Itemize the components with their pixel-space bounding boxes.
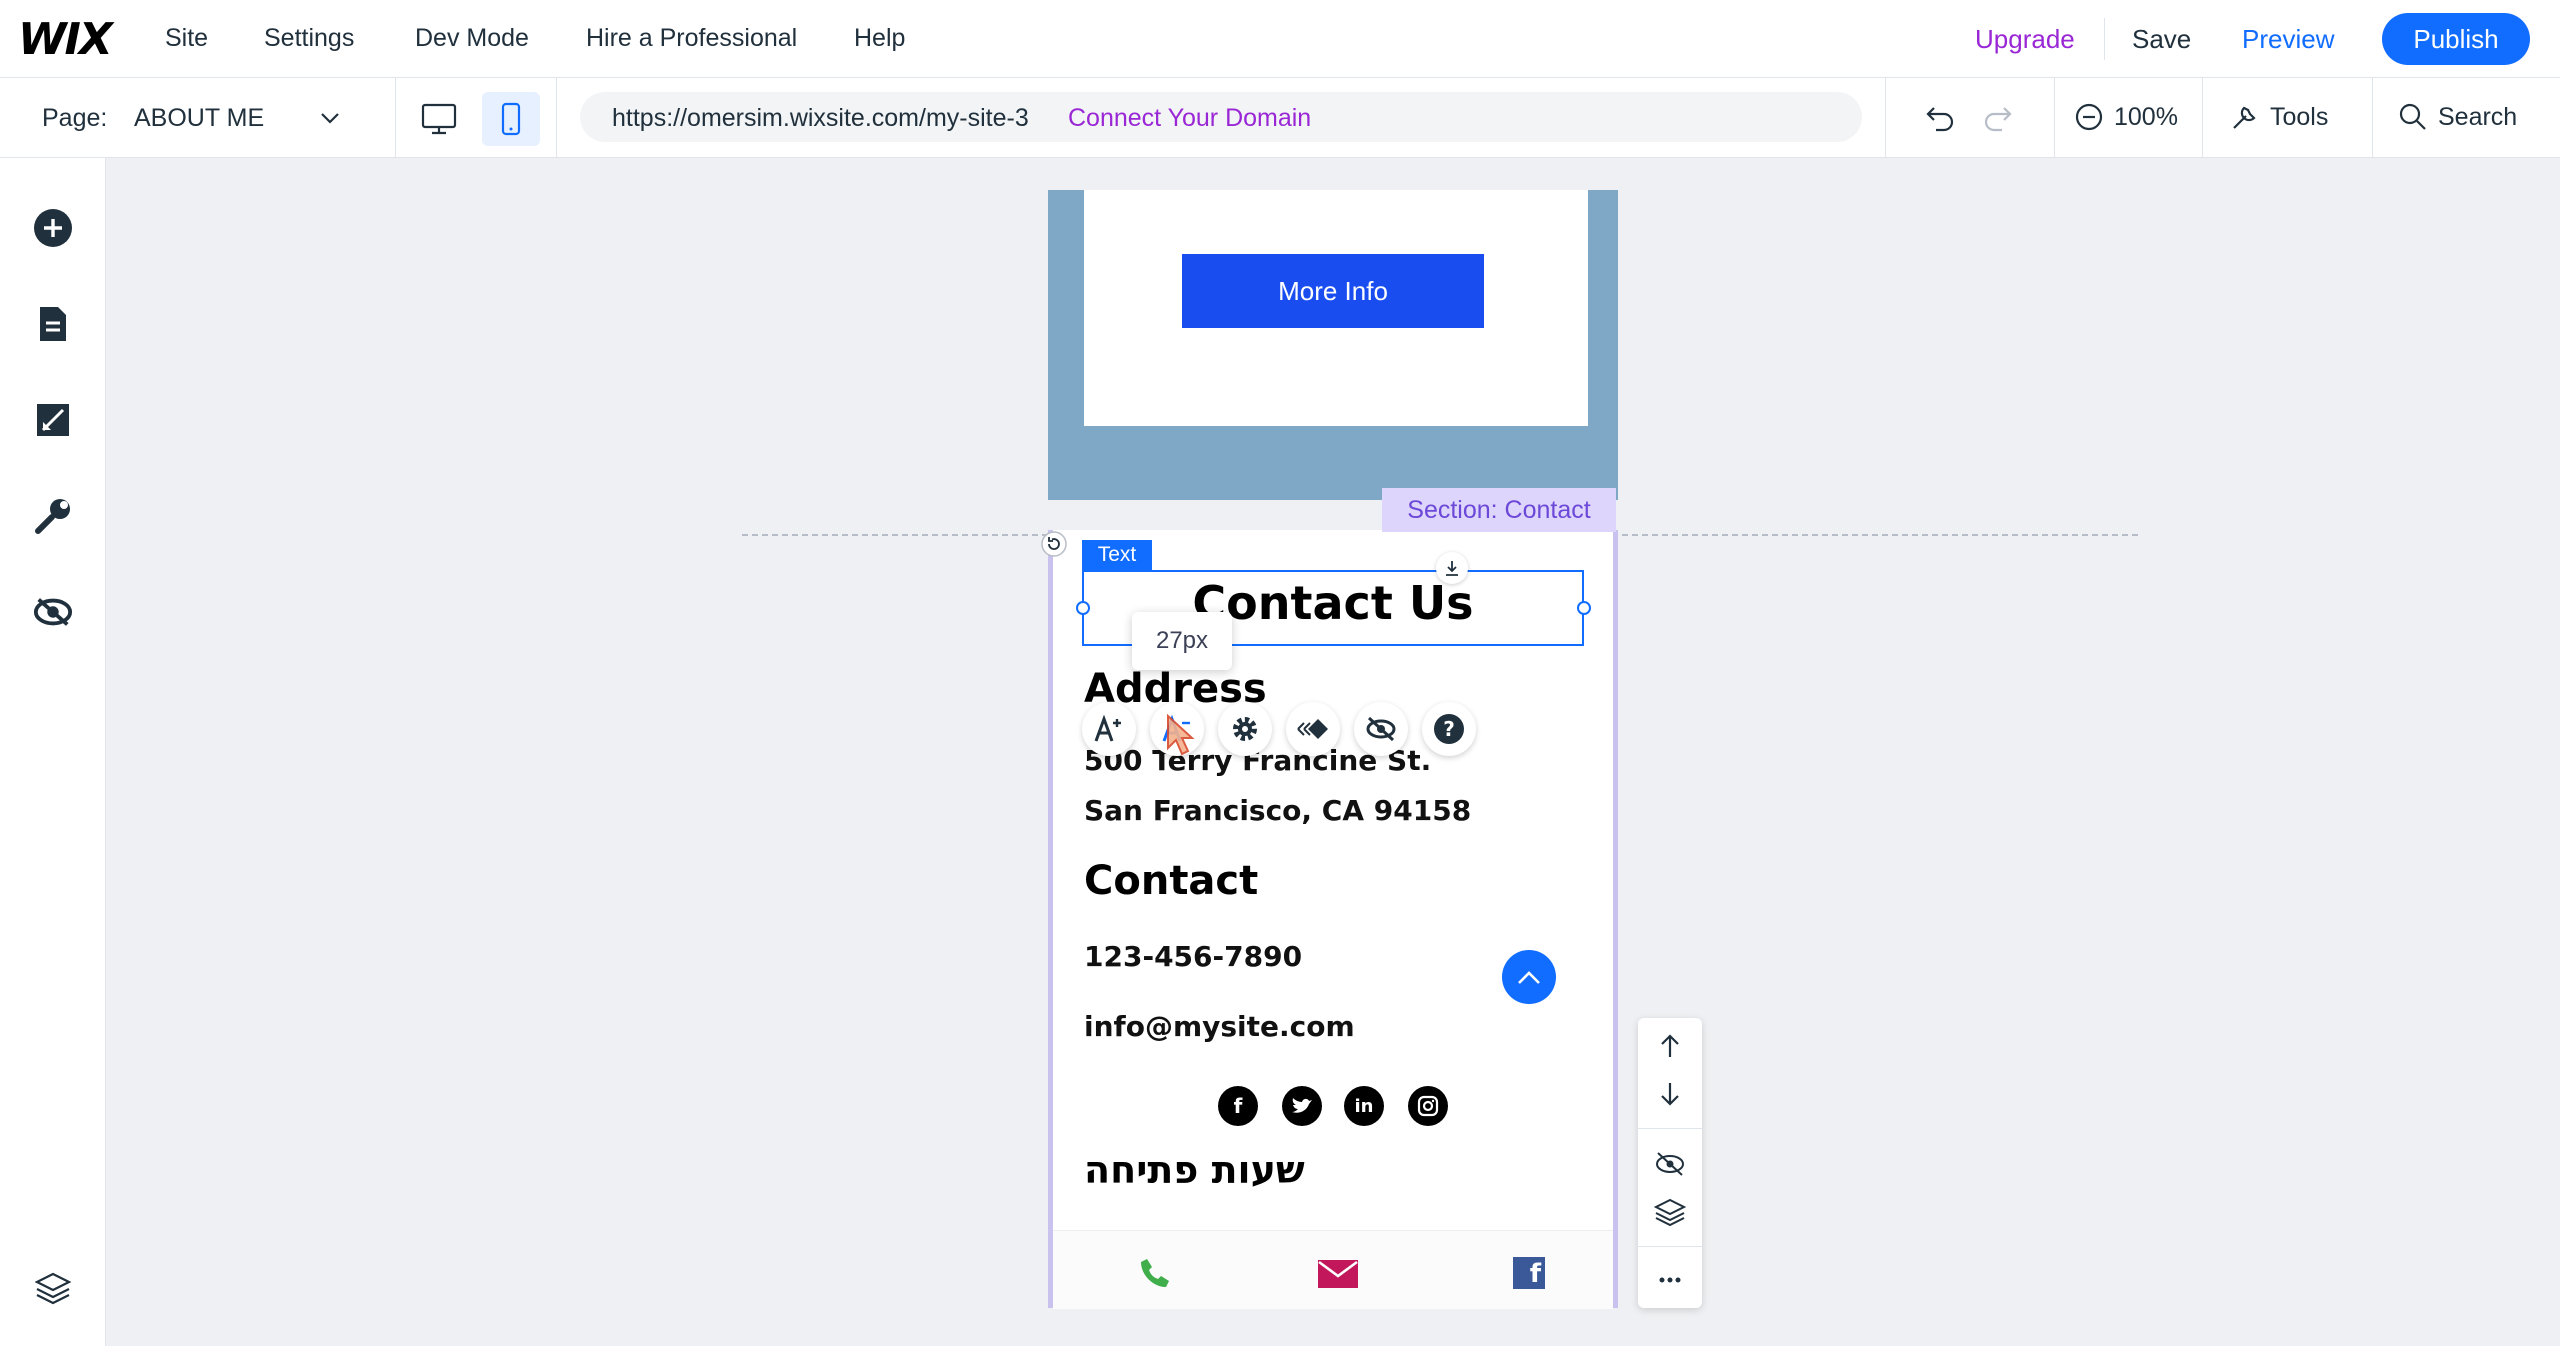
facebook-icon[interactable]: f — [1218, 1086, 1258, 1126]
divider — [1885, 78, 1886, 158]
upgrade-link[interactable]: Upgrade — [1975, 24, 2075, 55]
desktop-icon — [421, 103, 457, 135]
more-actions-icon[interactable] — [1638, 1258, 1702, 1302]
address-line-2[interactable]: San Francisco, CA 94158 — [1084, 794, 1471, 827]
mobile-view-button[interactable] — [482, 92, 540, 146]
contact-heading[interactable]: Contact — [1084, 858, 1258, 904]
add-elements-icon[interactable] — [33, 208, 73, 248]
preview-button[interactable]: Preview — [2242, 24, 2334, 55]
tools-button[interactable]: Tools — [2230, 102, 2328, 132]
menu-site[interactable]: Site — [165, 24, 208, 53]
tools-label: Tools — [2270, 102, 2329, 131]
phone-number[interactable]: 123-456-7890 — [1084, 940, 1302, 973]
zoom-level: 100% — [2114, 102, 2178, 131]
divider — [2104, 18, 2105, 60]
divider — [395, 78, 396, 158]
page-selector[interactable]: ABOUT ME — [134, 104, 264, 133]
linkedin-icon[interactable]: in — [1344, 1086, 1384, 1126]
size-tooltip: 27px — [1132, 612, 1232, 670]
selected-element-tag: Text — [1082, 540, 1152, 570]
editor-canvas[interactable]: More Info Section: Contact Contact Us Te… — [106, 158, 2560, 1346]
mobile-icon — [501, 102, 521, 136]
site-url[interactable]: https://omersim.wixsite.com/my-site-3 — [612, 104, 1029, 133]
resize-handle-left[interactable] — [1076, 601, 1090, 615]
divider — [1638, 1246, 1702, 1247]
search-label: Search — [2438, 102, 2518, 131]
undo-icon[interactable] — [1924, 104, 1956, 132]
help-icon[interactable]: ? — [1422, 702, 1476, 756]
publish-button[interactable]: Publish — [2382, 13, 2530, 65]
connect-domain-link[interactable]: Connect Your Domain — [1068, 104, 1311, 133]
design-icon[interactable] — [33, 400, 73, 440]
zoom-control[interactable]: 100% — [2074, 102, 2178, 132]
redo-icon[interactable] — [1982, 104, 2014, 132]
menu-hire-a-professional[interactable]: Hire a Professional — [586, 24, 797, 53]
rotate-icon[interactable] — [1040, 530, 1068, 558]
svg-text:?: ? — [1443, 717, 1455, 741]
chevron-up-icon — [1518, 971, 1540, 984]
settings-wrench-icon[interactable] — [33, 496, 73, 536]
zoom-out-icon — [2075, 103, 2103, 131]
layers-icon[interactable] — [33, 1268, 73, 1308]
instagram-icon[interactable] — [1408, 1086, 1448, 1126]
page-label: Page: — [42, 104, 108, 132]
divider — [2202, 78, 2203, 158]
mobile-action-bar: f — [1053, 1230, 1613, 1309]
more-info-button[interactable]: More Info — [1182, 254, 1484, 328]
divider — [2372, 78, 2373, 158]
editor-toolbar: Page: ABOUT ME https://omersim.wixsite.c… — [0, 78, 2560, 158]
wix-logo[interactable]: WIX — [18, 14, 113, 65]
search-icon — [2399, 103, 2426, 130]
divider — [1638, 1128, 1702, 1129]
twitter-icon[interactable] — [1282, 1086, 1322, 1126]
hidden-elements-icon[interactable] — [33, 592, 73, 632]
hide-element-icon[interactable] — [1354, 702, 1408, 756]
opening-hours-heading[interactable]: שעות פתיחה — [1084, 1148, 1305, 1192]
url-bar[interactable]: https://omersim.wixsite.com/my-site-3 Co… — [580, 92, 1862, 142]
layers-icon[interactable] — [1638, 1190, 1702, 1234]
left-sidebar — [0, 158, 106, 1346]
back-to-top-button[interactable] — [1502, 950, 1556, 1004]
animation-icon[interactable] — [1286, 702, 1340, 756]
chevron-down-icon[interactable] — [318, 106, 342, 130]
resize-handle-right[interactable] — [1577, 601, 1591, 615]
stretch-icon[interactable] — [1436, 552, 1468, 584]
menu-settings[interactable]: Settings — [264, 24, 354, 53]
mail-icon[interactable] — [1317, 1259, 1359, 1289]
move-up-icon[interactable] — [1638, 1024, 1702, 1068]
desktop-view-button[interactable] — [410, 92, 468, 146]
divider — [2054, 78, 2055, 158]
mouse-cursor-icon — [1160, 714, 1200, 762]
pages-icon[interactable] — [33, 304, 73, 344]
move-down-icon[interactable] — [1638, 1072, 1702, 1116]
hide-on-mobile-icon[interactable] — [1638, 1142, 1702, 1186]
divider — [556, 78, 557, 158]
text-size-increase-icon[interactable] — [1082, 702, 1136, 756]
search-button[interactable]: Search — [2398, 102, 2517, 132]
section-label[interactable]: Section: Contact — [1382, 488, 1616, 532]
facebook-icon[interactable]: f — [1513, 1257, 1545, 1289]
element-side-toolbar — [1638, 1018, 1702, 1308]
save-button[interactable]: Save — [2132, 24, 2191, 55]
email-address[interactable]: info@mysite.com — [1084, 1010, 1355, 1043]
menu-dev-mode[interactable]: Dev Mode — [415, 24, 529, 53]
element-action-bar: ? — [1082, 702, 1476, 756]
settings-gear-icon[interactable] — [1218, 702, 1272, 756]
phone-icon[interactable] — [1139, 1257, 1171, 1289]
menu-help[interactable]: Help — [854, 24, 905, 53]
tools-icon — [2233, 106, 2256, 129]
top-bar: WIX Site Settings Dev Mode Hire a Profes… — [0, 0, 2560, 78]
